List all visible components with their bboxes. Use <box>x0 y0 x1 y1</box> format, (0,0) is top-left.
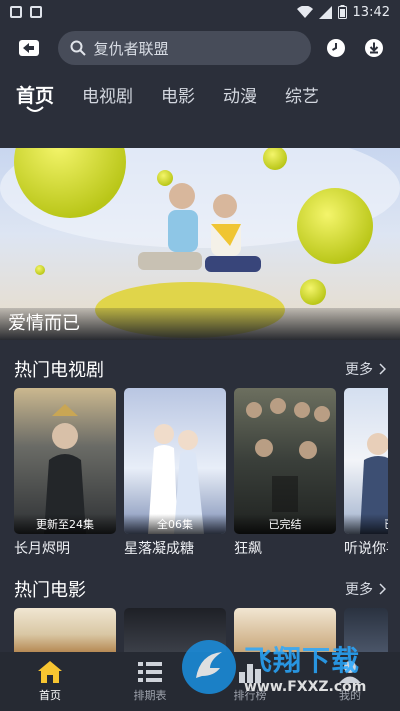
tv-title-0: 长月烬明 <box>14 541 70 557</box>
tv-badge-1: 全06集 <box>124 514 226 534</box>
category-tabs: 首页 电视剧 电影 动漫 综艺 <box>0 74 400 114</box>
nav-schedule-label: 排期表 <box>133 689 167 702</box>
download-icon <box>365 39 384 57</box>
movie-section-title: 热门电影 <box>14 580 86 601</box>
home-icon <box>38 661 62 683</box>
poster-figure <box>246 398 330 512</box>
tab-variety-label: 综艺 <box>285 86 320 107</box>
clock-icon <box>327 39 346 57</box>
tv-section-header: 热门电视剧 更多 <box>14 356 386 382</box>
tv-title-1: 星落凝成糖 <box>124 541 194 557</box>
signal-icon <box>318 5 332 19</box>
tv-badge-3: 已完 <box>344 514 388 534</box>
movie-more-label: 更多 <box>345 582 373 598</box>
tab-active-indicator <box>26 105 44 112</box>
battery-icon <box>337 5 347 19</box>
tab-anime[interactable]: 动漫 <box>223 82 257 107</box>
app-logo[interactable] <box>14 33 44 63</box>
watermark-url: www.FXXZ.com <box>244 679 367 695</box>
tv-poster-2: 已完结 <box>234 388 336 534</box>
wifi-icon <box>296 5 313 18</box>
tv-poster-1: 全06集 <box>124 388 226 534</box>
tab-home-label: 首页 <box>16 84 55 107</box>
tv-section-title: 热门电视剧 <box>14 360 104 381</box>
tv-more-link[interactable]: 更多 <box>345 359 386 379</box>
tab-variety[interactable]: 综艺 <box>285 82 319 107</box>
tv-card[interactable]: 已完 听说你喜 <box>344 388 388 558</box>
poster-figure <box>44 404 86 534</box>
watermark-brand: 飞翔下载 <box>244 644 361 677</box>
tv-card[interactable]: 已完结 狂飙 <box>234 388 336 558</box>
status-right: 13:42 <box>296 4 390 20</box>
status-bar: 13:42 <box>0 0 400 24</box>
download-button[interactable] <box>362 36 386 60</box>
nav-schedule[interactable]: 排期表 <box>110 660 190 703</box>
watermark-logo-icon <box>182 640 236 694</box>
watermark: 飞翔下载 www.FXXZ.com <box>180 632 392 702</box>
tab-anime-label: 动漫 <box>223 86 258 107</box>
header: 复仇者联盟 <box>0 26 400 70</box>
tv-badge-0: 更新至24集 <box>14 514 116 534</box>
status-time: 13:42 <box>352 4 390 20</box>
tv-title-2: 狂飙 <box>234 541 262 557</box>
nav-home[interactable]: 首页 <box>10 660 90 703</box>
tv-poster-0: 更新至24集 <box>14 388 116 534</box>
tv-poster-3: 已完 <box>344 388 388 534</box>
tv-card[interactable]: 全06集 星落凝成糖 <box>124 388 226 558</box>
gallery-icon <box>30 6 42 18</box>
tab-tv[interactable]: 电视剧 <box>82 82 133 107</box>
tv-badge-2: 已完结 <box>234 514 336 534</box>
tv-more-label: 更多 <box>345 362 373 378</box>
nav-home-label: 首页 <box>39 689 61 702</box>
tab-home[interactable]: 首页 <box>16 81 55 112</box>
tv-title-3: 听说你喜 <box>344 541 388 557</box>
hero-banner[interactable]: 爱情而已 <box>0 148 400 340</box>
chevron-right-icon <box>379 363 386 375</box>
banner-caption: 爱情而已 <box>0 308 400 340</box>
tab-tv-label: 电视剧 <box>82 86 134 107</box>
poster-figure <box>148 424 204 534</box>
tab-movie-label: 电影 <box>161 86 196 107</box>
search-placeholder: 复仇者联盟 <box>93 39 169 58</box>
search-bar[interactable]: 复仇者联盟 <box>57 31 311 65</box>
poster-figure <box>360 433 388 534</box>
status-left <box>10 6 42 18</box>
tv-card[interactable]: 更新至24集 长月烬明 <box>14 388 116 558</box>
tab-movie[interactable]: 电影 <box>161 82 195 107</box>
movie-poster-0[interactable] <box>14 608 116 652</box>
notification-icon <box>10 6 22 18</box>
tv-poster-row: 更新至24集 长月烬明 全06集 星落凝成糖 已完结 狂飙 听说你 <box>14 388 388 558</box>
search-icon <box>70 40 86 56</box>
watermark-text: 飞翔下载 www.FXXZ.com <box>244 639 366 695</box>
movie-section-header: 热门电影 更多 <box>14 576 386 602</box>
list-icon <box>138 662 162 682</box>
history-button[interactable] <box>325 36 349 60</box>
movie-more-link[interactable]: 更多 <box>345 579 386 599</box>
app-logo-icon <box>18 40 39 56</box>
chevron-right-icon <box>379 583 386 595</box>
